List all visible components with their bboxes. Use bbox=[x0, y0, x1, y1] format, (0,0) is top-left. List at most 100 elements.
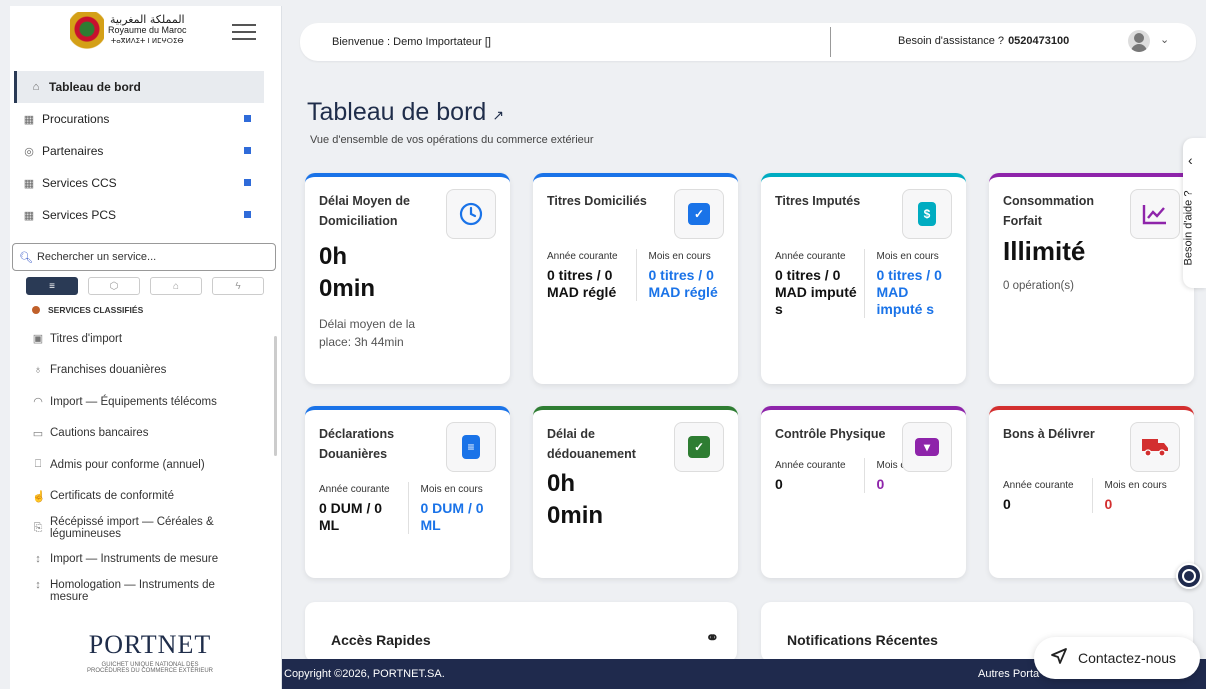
service-item[interactable]: ◠ Import — Équipements télécoms bbox=[10, 386, 281, 418]
link-icon: ⚭ bbox=[705, 630, 719, 647]
tab-list-icon[interactable]: ≡ bbox=[26, 277, 78, 295]
stat-value: 0 bbox=[775, 476, 783, 492]
tab-bank-icon[interactable]: ⌂ bbox=[150, 277, 202, 295]
menu-toggle-icon[interactable] bbox=[232, 24, 256, 40]
chevron-left-icon[interactable]: ‹ bbox=[1188, 152, 1193, 168]
ruler-icon: ↕ bbox=[35, 553, 41, 566]
help-label: Besoin d'assistance ? bbox=[898, 35, 1005, 47]
expand-icon[interactable] bbox=[244, 147, 251, 154]
service-item[interactable]: ▣ Titres d'import bbox=[10, 323, 281, 355]
stat-label: Mois en cours bbox=[1104, 480, 1167, 491]
help-side-label: Besoin d'aide ? bbox=[1182, 190, 1195, 266]
service-search-input[interactable]: 🔍︎ Rechercher un service... bbox=[12, 243, 276, 271]
nav-item-services-pcs[interactable]: ▦ Services PCS bbox=[10, 199, 281, 231]
open-box-icon: ▾ bbox=[902, 422, 952, 472]
service-label: Récépissé import — Céréales & légumineus… bbox=[50, 515, 214, 540]
panel-title: Accès Rapides bbox=[331, 632, 431, 648]
service-item[interactable]: ♁ Franchises douanières bbox=[10, 355, 281, 387]
stat-label: Mois en cours bbox=[648, 251, 711, 262]
nav-label: Services CCS bbox=[42, 176, 117, 190]
card-titres-domicilies: Titres Domiciliés ✓ Année courante 0 titr… bbox=[533, 173, 738, 384]
search-placeholder: Rechercher un service... bbox=[36, 251, 157, 263]
portnet-logo-text: PORTNET bbox=[88, 630, 212, 659]
service-item[interactable]: ↕ Homologation — Instruments de mesure bbox=[10, 575, 281, 603]
help-phone[interactable]: 0520473100 bbox=[1008, 35, 1069, 47]
card-icon: ▭ bbox=[32, 427, 44, 440]
card-title: Contrôle Physique bbox=[775, 427, 886, 441]
service-item[interactable]: ▭ Cautions bancaires bbox=[10, 418, 281, 450]
tab-bolt-icon[interactable]: ϟ bbox=[212, 277, 264, 295]
footer-other-portals[interactable]: Autres Porta bbox=[978, 668, 1039, 680]
service-item[interactable]: ↕ Import — Instruments de mesure bbox=[10, 544, 281, 576]
service-label: Cautions bancaires bbox=[50, 427, 149, 440]
page-subtitle: Vue d'ensemble de vos opérations du comm… bbox=[310, 134, 594, 146]
services-section-title: SERVICES CLASSIFIÉS bbox=[32, 305, 281, 315]
service-label: Homologation — Instruments de mesure bbox=[50, 579, 215, 603]
user-avatar[interactable] bbox=[1128, 30, 1150, 52]
calendar-icon: ▦ bbox=[23, 113, 35, 126]
nav-item-services-ccs[interactable]: ▦ Services CCS bbox=[10, 167, 281, 199]
box-icon bbox=[32, 306, 40, 314]
brand-header: المملكة المغربية Royaume du Maroc ⵜⴰⴳⵍⴷⵉ… bbox=[10, 6, 281, 61]
expand-icon[interactable] bbox=[244, 179, 251, 186]
calendar-icon: ▦ bbox=[23, 209, 35, 222]
stat-value: 0 bbox=[1003, 496, 1011, 512]
nav-item-dashboard[interactable]: ⌂ Tableau de bord bbox=[14, 71, 264, 103]
external-link-icon[interactable]: ↗ bbox=[492, 107, 504, 123]
stat-label: Année courante bbox=[1003, 480, 1074, 491]
expand-icon[interactable] bbox=[244, 115, 251, 122]
document-icon: ≡ bbox=[446, 422, 496, 472]
service-item[interactable]: ⎘ Récépissé import — Céréales & légumineu… bbox=[10, 512, 281, 544]
home-icon: ⌂ bbox=[32, 81, 40, 93]
invoice-icon: $ bbox=[902, 189, 952, 239]
eye-icon[interactable] bbox=[1176, 563, 1202, 589]
globe-icon: ◎ bbox=[24, 145, 34, 158]
service-item[interactable]: ⎕ Admis pour conforme (annuel) bbox=[10, 449, 281, 481]
card-title: Délai de dédouanement bbox=[547, 427, 636, 461]
nav-label: Partenaires bbox=[42, 144, 104, 158]
nav-item-partenaires[interactable]: ◎ Partenaires bbox=[10, 135, 281, 167]
card-declarations-douanieres: Déclarations Douanières ≡ Année courante… bbox=[305, 406, 510, 578]
card-big-value: 0h bbox=[547, 470, 576, 497]
services-list: ▣ Titres d'import ♁ Franchises douanières … bbox=[10, 323, 281, 603]
brand-arabic: المملكة المغربية bbox=[109, 13, 185, 26]
card-big-value: 0min bbox=[319, 275, 376, 302]
card-big-value: Illimité bbox=[1003, 236, 1086, 266]
chart-line-icon bbox=[1130, 189, 1180, 239]
stat-label: Année courante bbox=[775, 460, 846, 471]
page-title-text: Tableau de bord bbox=[307, 98, 487, 126]
help-side-tab[interactable]: ‹ Besoin d'aide ? bbox=[1182, 138, 1206, 288]
ruler-icon: ↕ bbox=[35, 579, 41, 591]
card-title: Bons à Délivrer bbox=[1003, 427, 1095, 441]
top-bar: Bienvenue : Demo Importateur [] Besoin d… bbox=[300, 23, 1196, 61]
stat-value: 0 titres / 0 MAD imputé s bbox=[876, 267, 942, 317]
nav-label: Services PCS bbox=[42, 208, 117, 222]
stat-label: Année courante bbox=[319, 484, 390, 495]
calendar-icon: ▦ bbox=[23, 177, 35, 190]
stat-value: 0 bbox=[876, 476, 885, 492]
nav-item-procurations[interactable]: ▦ Procurations bbox=[10, 103, 281, 135]
service-label: Admis pour conforme (annuel) bbox=[50, 458, 205, 471]
expand-icon[interactable] bbox=[244, 211, 251, 218]
panel-title: Notifications Récentes bbox=[787, 632, 938, 648]
brand-text: المملكة المغربية Royaume du Maroc ⵜⴰⴳⵍⴷⵉ… bbox=[108, 14, 187, 47]
service-category-tabs: ≡ ⬡ ⌂ ϟ bbox=[26, 277, 281, 295]
service-item[interactable]: ☝ Certificats de conformité bbox=[10, 481, 281, 513]
stat-value: 0 titres / 0 MAD imputé s bbox=[775, 267, 857, 317]
card-bons-a-delivrer: Bons à Délivrer Année courante 0 Mois en … bbox=[989, 406, 1194, 578]
chevron-down-icon[interactable]: ⌄ bbox=[1160, 33, 1169, 46]
footer-copyright: Copyright ©2026, PORTNET.SA. bbox=[284, 668, 445, 680]
help-contact: Besoin d'assistance ? 0520473100 bbox=[898, 35, 1069, 47]
card-controle-physique: Contrôle Physique ▾ Année courante 0 Mois… bbox=[761, 406, 966, 578]
contact-us-button[interactable]: Contactez-nous bbox=[1034, 637, 1200, 679]
nav-label: Tableau de bord bbox=[49, 80, 141, 94]
card-description: Délai moyen de la place: 3h 44min bbox=[319, 317, 416, 349]
card-consommation-forfait: Consommation Forfait Illimité 0 opératio… bbox=[989, 173, 1194, 384]
stat-value: 0 titres / 0 MAD réglé bbox=[547, 267, 617, 300]
sidebar: المملكة المغربية Royaume du Maroc ⵜⴰⴳⵍⴷⵉ… bbox=[10, 6, 282, 689]
tab-box-icon[interactable]: ⬡ bbox=[88, 277, 140, 295]
sidebar-scrollbar[interactable] bbox=[274, 336, 277, 456]
service-label: Import — Instruments de mesure bbox=[50, 553, 219, 566]
service-label: Certificats de conformité bbox=[50, 490, 174, 503]
card-title: Titres Imputés bbox=[775, 194, 861, 208]
